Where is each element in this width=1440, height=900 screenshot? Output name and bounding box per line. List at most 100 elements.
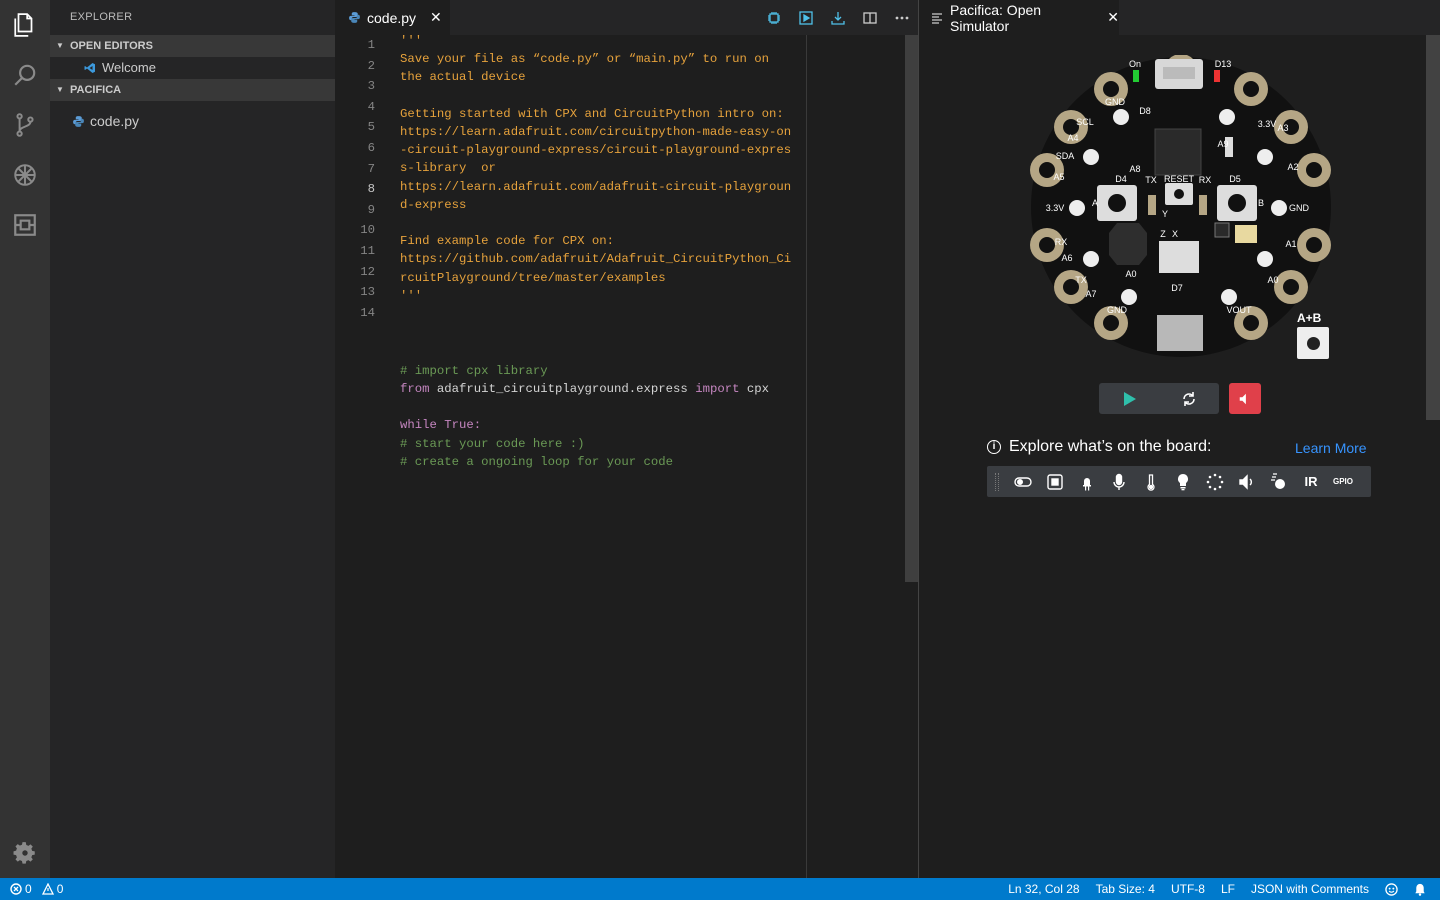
feedback-icon[interactable] xyxy=(1385,882,1398,896)
thermometer-icon[interactable] xyxy=(1135,466,1167,497)
code-area[interactable]: 1 2 3 4 5 6 7 8 9 10 11 12 13 14 ''' Save your file as … xyxy=(335,34,918,878)
board-label: TX xyxy=(1075,275,1087,285)
learn-more-link[interactable]: Learn More xyxy=(1295,440,1367,456)
refresh-button[interactable] xyxy=(1159,383,1219,414)
line-number: 11 xyxy=(360,244,375,258)
close-icon[interactable]: ✕ xyxy=(430,9,442,26)
motion-icon[interactable] xyxy=(1263,466,1295,497)
debug-icon[interactable] xyxy=(0,150,50,200)
close-icon[interactable]: ✕ xyxy=(1107,9,1119,26)
drag-handle[interactable] xyxy=(995,472,999,491)
line-number: 3 xyxy=(367,79,375,94)
extensions-icon[interactable] xyxy=(0,200,50,250)
board-label: A0 xyxy=(1125,269,1136,279)
warning-count: 0 xyxy=(56,882,64,896)
open-editor-label: Welcome xyxy=(102,60,156,75)
problems-status[interactable]: 0 0 xyxy=(10,882,63,896)
refresh-icon xyxy=(1183,391,1195,406)
board-label: D4 xyxy=(1115,174,1127,184)
simulator-scrollbar[interactable] xyxy=(1426,35,1440,420)
board-label: D5 xyxy=(1229,174,1241,184)
code-line: while True: xyxy=(400,418,482,432)
open-editors-header[interactable]: ▼ OPEN EDITORS xyxy=(50,35,335,57)
board-label: GND xyxy=(1107,305,1128,315)
code-line: Getting started with CPX and CircuitPyth… xyxy=(400,106,784,121)
expanded-arrow-icon: ▼ xyxy=(56,85,64,94)
tab-size[interactable]: Tab Size: 4 xyxy=(1096,882,1155,896)
feature-toolbar: IR GPIO xyxy=(987,466,1371,497)
encoding[interactable]: UTF-8 xyxy=(1171,882,1205,896)
more-icon[interactable] xyxy=(886,0,918,35)
python-file-icon xyxy=(348,11,361,24)
board-label: TX xyxy=(1145,175,1157,185)
board-label: On xyxy=(1129,59,1141,69)
gpio-label[interactable]: GPIO xyxy=(1327,466,1359,497)
board-label: SCL xyxy=(1076,117,1094,127)
workspace-header[interactable]: ▼ PACIFICA xyxy=(50,79,335,101)
expanded-arrow-icon: ▼ xyxy=(56,41,64,50)
end-of-line[interactable]: LF xyxy=(1221,882,1235,896)
board-label: D8 xyxy=(1139,106,1151,116)
microphone-icon[interactable] xyxy=(1103,466,1135,497)
light-bulb-icon[interactable] xyxy=(1167,466,1199,497)
editor-scrollbar[interactable] xyxy=(905,35,918,582)
gear-icon[interactable] xyxy=(0,828,50,878)
code-line: from adafruit_circuitplayground.express … xyxy=(400,382,769,396)
deploy-icon[interactable] xyxy=(822,0,854,35)
code-line: # start your code here :) xyxy=(400,437,585,451)
ir-label[interactable]: IR xyxy=(1295,466,1327,497)
board-label: A9 xyxy=(1217,139,1228,149)
explore-heading: i Explore what’s on the board: xyxy=(987,438,1212,456)
device-icon[interactable] xyxy=(758,0,790,35)
board-label: RX xyxy=(1055,237,1068,247)
explorer-icon[interactable] xyxy=(0,0,50,50)
board-label: 3.3V xyxy=(1046,203,1065,213)
warning-icon xyxy=(41,883,54,895)
board-label: A1 xyxy=(1285,239,1296,249)
board-label: A3 xyxy=(1277,123,1288,133)
mute-button[interactable] xyxy=(1229,383,1261,414)
line-number: 14 xyxy=(360,305,375,320)
board-label: RX xyxy=(1199,175,1212,185)
board-label: A2 xyxy=(1287,162,1298,172)
cursor-position[interactable]: Ln 32, Col 28 xyxy=(1008,882,1079,896)
search-icon[interactable] xyxy=(0,50,50,100)
code-line: Find example code for CPX on: xyxy=(400,234,615,249)
editor-tabbar: code.py ✕ xyxy=(335,0,918,35)
run-icon[interactable] xyxy=(790,0,822,35)
split-editor-icon[interactable] xyxy=(854,0,886,35)
neopixel-ring-icon[interactable] xyxy=(1199,466,1231,497)
sidebar-title: EXPLORER xyxy=(70,11,133,23)
switch-icon[interactable] xyxy=(1007,466,1039,497)
line-number: 13 xyxy=(360,285,375,300)
editor-toolbar xyxy=(758,0,918,35)
board-label: A8 xyxy=(1129,164,1140,174)
tab-label: code.py xyxy=(367,9,417,26)
editor-ruler xyxy=(806,35,807,878)
info-icon: i xyxy=(987,440,1001,454)
board-label: A6 xyxy=(1061,253,1072,263)
ab-button[interactable] xyxy=(1297,327,1329,359)
tab-code-py[interactable]: code.py ✕ xyxy=(335,0,450,35)
status-bar: 0 0 Ln 32, Col 28 Tab Size: 4 UTF-8 LF J… xyxy=(0,878,1440,900)
tab-simulator[interactable]: Pacifica: Open Simulator ✕ xyxy=(919,0,1119,35)
code-line: Save your file as “code.py” or “main.py”… xyxy=(400,52,769,67)
circuit-playground-board: On D13 GND D8 SCL A4 SDA A5 A9 A8 D4 TX … xyxy=(1029,54,1334,360)
board-label: A4 xyxy=(1067,133,1078,143)
notifications-icon[interactable] xyxy=(1414,883,1426,896)
simulator-editor-group: Pacifica: Open Simulator ✕ On D13 GND D8… xyxy=(918,0,1440,878)
source-control-icon[interactable] xyxy=(0,100,50,150)
button-icon[interactable] xyxy=(1039,466,1071,497)
open-editor-item-welcome[interactable]: Welcome xyxy=(50,57,335,79)
code-line: ''' xyxy=(400,288,423,303)
speaker-icon[interactable] xyxy=(1231,466,1263,497)
board-label: 3.3V xyxy=(1258,119,1277,129)
play-button[interactable] xyxy=(1099,383,1159,414)
line-number: 2 xyxy=(367,58,375,73)
language-mode[interactable]: JSON with Comments xyxy=(1251,882,1369,896)
code-editor-group: code.py ✕ 123456 7 8 9 10 11 12 13 14 ''… xyxy=(335,0,918,878)
board-label: Y xyxy=(1162,209,1168,219)
file-item-code-py[interactable]: code.py xyxy=(50,109,335,133)
line-number: 7 xyxy=(367,161,375,176)
led-icon[interactable] xyxy=(1071,466,1103,497)
